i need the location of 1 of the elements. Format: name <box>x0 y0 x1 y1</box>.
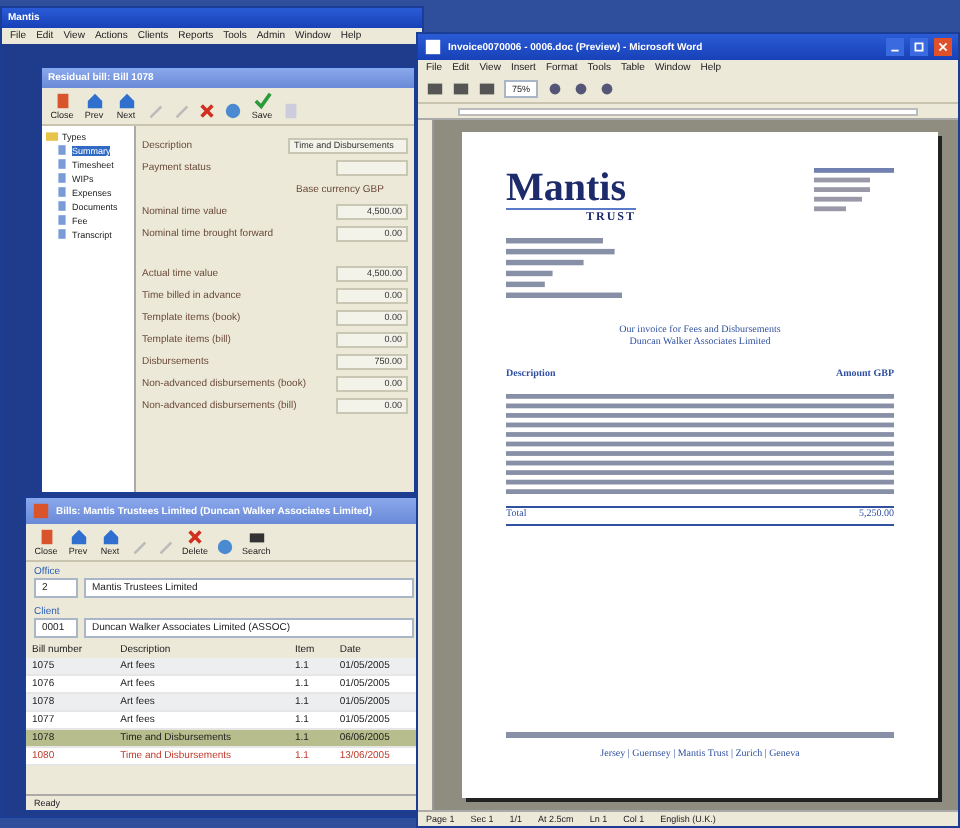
logo-text: Mantis <box>506 168 628 208</box>
